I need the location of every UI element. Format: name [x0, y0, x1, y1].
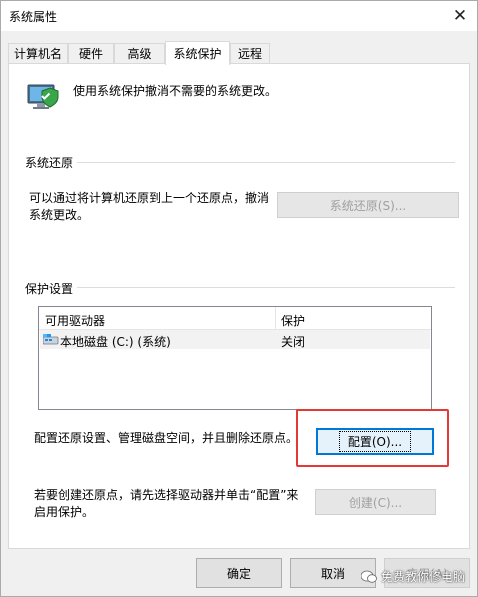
ok-button[interactable]: 确定 — [196, 558, 282, 588]
system-protection-icon — [27, 84, 59, 109]
list-header: 可用驱动器 保护 — [39, 307, 431, 330]
drive-icon — [43, 334, 59, 345]
restore-description: 可以通过将计算机还原到上一个还原点，撤消 系统更改。 — [29, 191, 270, 222]
config-description: 配置还原设置、管理磁盘空间，并且删除还原点。 — [34, 431, 299, 445]
wechat-icon — [361, 570, 377, 583]
close-icon: ✕ — [452, 6, 468, 26]
highlight-annotation — [296, 409, 449, 467]
watermark: 免费教你修电脑 — [361, 568, 465, 585]
tab-hardware[interactable]: 硬件 — [68, 43, 114, 63]
section-title-protection: 保护设置 — [25, 280, 78, 297]
tab-computer-name[interactable]: 计算机名 — [8, 43, 68, 63]
tab-system-protection[interactable]: 系统保护 — [165, 41, 230, 65]
section-divider — [25, 287, 455, 288]
create-button[interactable]: 创建(C)... — [315, 489, 436, 515]
column-header-drive[interactable]: 可用驱动器 — [45, 312, 105, 329]
section-title-restore: 系统还原 — [25, 154, 78, 171]
protection-status: 关闭 — [281, 335, 306, 349]
close-button[interactable]: ✕ — [443, 1, 477, 31]
column-separator[interactable] — [275, 307, 276, 329]
intro-text: 使用系统保护撤消不需要的系统更改。 — [73, 84, 278, 98]
column-header-protection[interactable]: 保护 — [281, 312, 305, 329]
tab-advanced[interactable]: 高级 — [114, 43, 165, 63]
drive-list[interactable]: 可用驱动器 保护 本地磁盘 (C:) (系统) 关闭 — [38, 306, 432, 410]
title-bar: 系统属性 ✕ — [1, 1, 477, 31]
tab-remote[interactable]: 远程 — [230, 43, 270, 63]
table-row[interactable]: 本地磁盘 (C:) (系统) 关闭 — [40, 330, 430, 349]
system-properties-window: 系统属性 ✕ 计算机名 硬件 高级 系统保护 远程 使用系统保护撤消不需要的系统… — [0, 0, 478, 597]
drive-name: 本地磁盘 (C:) (系统) — [60, 335, 171, 349]
system-restore-button[interactable]: 系统还原(S)... — [277, 192, 459, 218]
window-title: 系统属性 — [9, 10, 58, 24]
create-description: 若要创建还原点，请先选择驱动器并单击“配置”来 启用保护。 — [34, 488, 299, 519]
tab-panel: 使用系统保护撤消不需要的系统更改。 系统还原 可以通过将计算机还原到上一个还原点… — [8, 63, 470, 549]
section-divider — [25, 162, 455, 163]
